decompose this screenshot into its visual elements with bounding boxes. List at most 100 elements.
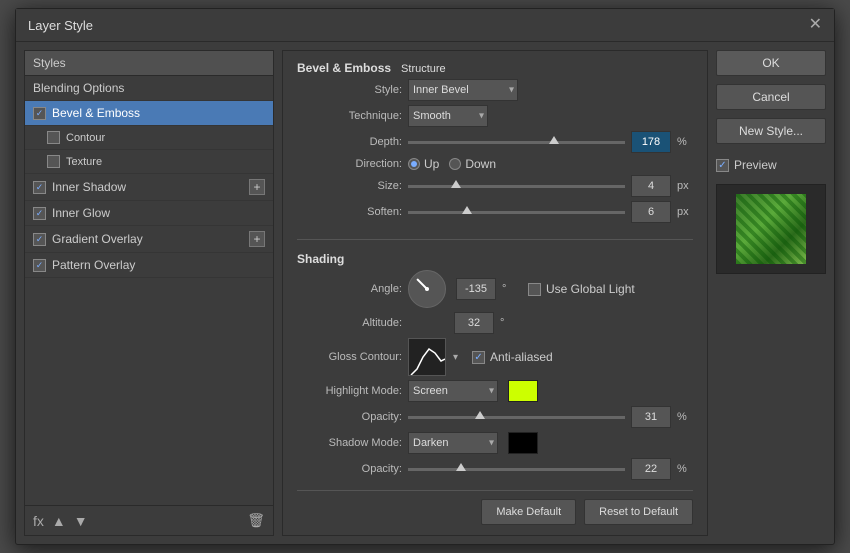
gradient-overlay-checkbox[interactable] xyxy=(33,233,46,246)
shadow-opacity-unit: % xyxy=(677,463,693,475)
style-select[interactable]: Inner Bevel Outer Bevel Emboss Pillow Em… xyxy=(408,79,518,101)
soften-slider[interactable] xyxy=(408,205,625,219)
size-slider[interactable] xyxy=(408,179,625,193)
technique-select[interactable]: Smooth Chisel Hard Chisel Soft xyxy=(408,105,488,127)
depth-input[interactable] xyxy=(631,131,671,153)
highlight-opacity-row: Opacity: % xyxy=(297,406,693,428)
texture-checkbox[interactable] xyxy=(47,155,60,168)
close-button[interactable]: ✕ xyxy=(809,17,822,33)
depth-label: Depth: xyxy=(297,136,402,148)
sidebar-item-inner-shadow[interactable]: Inner Shadow + xyxy=(25,174,273,201)
direction-down-label: Down xyxy=(465,157,496,171)
bevel-checkbox[interactable] xyxy=(33,107,46,120)
angle-input[interactable] xyxy=(456,278,496,300)
highlight-opacity-label: Opacity: xyxy=(297,411,402,423)
section1-title: Bevel & Emboss xyxy=(297,61,391,75)
contour-checkbox[interactable] xyxy=(47,131,60,144)
sidebar-item-contour[interactable]: Contour xyxy=(25,126,273,150)
direction-down-radio[interactable] xyxy=(449,158,461,170)
size-unit: px xyxy=(677,180,693,192)
preview-check-row: Preview xyxy=(716,158,826,172)
make-default-button[interactable]: Make Default xyxy=(481,499,576,525)
sidebar-item-blending[interactable]: Blending Options xyxy=(25,76,273,101)
preview-label: Preview xyxy=(734,158,777,172)
shadow-mode-row: Shadow Mode: Darken Normal Multiply xyxy=(297,432,693,454)
ok-button[interactable]: OK xyxy=(716,50,826,76)
shadow-mode-wrapper: Darken Normal Multiply xyxy=(408,432,498,454)
depth-unit: % xyxy=(677,136,693,148)
depth-row: Depth: % xyxy=(297,131,693,153)
sidebar-item-bevel[interactable]: Bevel & Emboss xyxy=(25,101,273,126)
reset-default-button[interactable]: Reset to Default xyxy=(584,499,693,525)
technique-label: Technique: xyxy=(297,110,402,122)
size-row: Size: px xyxy=(297,175,693,197)
sidebar-item-inner-glow[interactable]: Inner Glow xyxy=(25,201,273,226)
inner-shadow-add-button[interactable]: + xyxy=(249,179,265,195)
altitude-row: Altitude: ° xyxy=(297,312,693,334)
altitude-input[interactable] xyxy=(454,312,494,334)
delete-button[interactable]: 🗑 xyxy=(247,512,265,529)
soften-input[interactable] xyxy=(631,201,671,223)
highlight-mode-row: Highlight Mode: Screen Normal Overlay xyxy=(297,380,693,402)
preview-image xyxy=(736,194,806,264)
new-style-button[interactable]: New Style... xyxy=(716,118,826,144)
main-panel: Bevel & Emboss Structure Style: Inner Be… xyxy=(282,50,708,536)
highlight-mode-label: Highlight Mode: xyxy=(297,385,402,397)
anti-aliased-row: Anti-aliased xyxy=(472,350,553,364)
section2-title: Shading xyxy=(297,252,344,266)
direction-up-label: Up xyxy=(424,157,439,171)
soften-label: Soften: xyxy=(297,206,402,218)
styles-header: Styles xyxy=(25,51,273,76)
inner-glow-checkbox[interactable] xyxy=(33,207,46,220)
up-button[interactable]: ▲ xyxy=(52,513,66,529)
shadow-opacity-slider[interactable] xyxy=(408,462,625,476)
global-light-checkbox[interactable] xyxy=(528,283,541,296)
altitude-unit: ° xyxy=(500,317,516,329)
gloss-contour-label: Gloss Contour: xyxy=(297,351,402,363)
shadow-color-swatch[interactable] xyxy=(508,432,538,454)
global-light-label: Use Global Light xyxy=(546,282,635,296)
preview-area xyxy=(716,184,826,274)
highlight-opacity-input[interactable] xyxy=(631,406,671,428)
size-input[interactable] xyxy=(631,175,671,197)
soften-unit: px xyxy=(677,206,693,218)
inner-shadow-checkbox[interactable] xyxy=(33,181,46,194)
sidebar-item-gradient-overlay[interactable]: Gradient Overlay + xyxy=(25,226,273,253)
highlight-opacity-slider[interactable] xyxy=(408,410,625,424)
style-select-wrapper: Inner Bevel Outer Bevel Emboss Pillow Em… xyxy=(408,79,518,101)
pattern-overlay-label: Pattern Overlay xyxy=(52,258,135,272)
cancel-button[interactable]: Cancel xyxy=(716,84,826,110)
sidebar-item-pattern-overlay[interactable]: Pattern Overlay xyxy=(25,253,273,278)
depth-slider[interactable] xyxy=(408,135,625,149)
fx-button[interactable]: fx xyxy=(33,513,44,529)
down-button[interactable]: ▼ xyxy=(74,513,88,529)
right-panel: OK Cancel New Style... Preview xyxy=(716,50,826,536)
shadow-mode-select[interactable]: Darken Normal Multiply xyxy=(408,432,498,454)
direction-up[interactable]: Up xyxy=(408,157,439,171)
anti-aliased-label: Anti-aliased xyxy=(490,350,553,364)
anti-aliased-checkbox[interactable] xyxy=(472,351,485,364)
highlight-opacity-unit: % xyxy=(677,411,693,423)
shading-section: Shading Angle: ° Use Global Light xyxy=(297,252,693,484)
main-footer: Make Default Reset to Default xyxy=(297,490,693,525)
highlight-color-swatch[interactable] xyxy=(508,380,538,402)
highlight-mode-select[interactable]: Screen Normal Overlay xyxy=(408,380,498,402)
shadow-opacity-input[interactable] xyxy=(631,458,671,480)
pattern-overlay-checkbox[interactable] xyxy=(33,259,46,272)
sidebar-item-texture[interactable]: Texture xyxy=(25,150,273,174)
inner-shadow-label: Inner Shadow xyxy=(52,180,126,194)
style-row: Style: Inner Bevel Outer Bevel Emboss Pi… xyxy=(297,79,693,101)
left-panel: Styles Blending Options Bevel & Emboss C… xyxy=(24,50,274,536)
angle-label: Angle: xyxy=(297,283,402,295)
section1-sub: Structure xyxy=(401,63,446,75)
bevel-label: Bevel & Emboss xyxy=(52,106,140,120)
gradient-overlay-add-button[interactable]: + xyxy=(249,231,265,247)
size-label: Size: xyxy=(297,180,402,192)
direction-up-radio[interactable] xyxy=(408,158,420,170)
contour-preview[interactable] xyxy=(408,338,446,376)
preview-checkbox[interactable] xyxy=(716,159,729,172)
direction-down[interactable]: Down xyxy=(449,157,496,171)
shadow-opacity-label: Opacity: xyxy=(297,463,402,475)
angle-wheel[interactable] xyxy=(408,270,446,308)
technique-select-wrapper: Smooth Chisel Hard Chisel Soft xyxy=(408,105,488,127)
